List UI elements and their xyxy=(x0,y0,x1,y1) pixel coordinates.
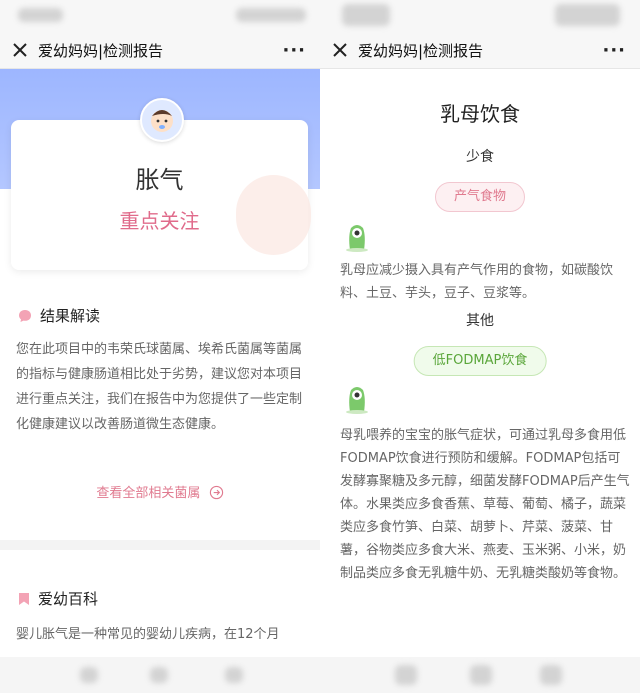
result-card xyxy=(11,120,311,270)
bacteria-mascot-icon xyxy=(346,225,368,252)
section-divider xyxy=(0,540,320,550)
section1-text: 乳母应减少摄入具有产气作用的食物，如碳酸饮料、土豆、芋头，豆子、豆浆等。 xyxy=(340,263,614,301)
chat-bubble-icon xyxy=(19,309,31,322)
bottom-toolbar xyxy=(0,657,640,693)
left-screen: 爱幼妈妈|检测报告 ··· 胀气 重点关注 结果解读 您在此项目中的韦荣氏球菌属… xyxy=(0,0,320,693)
baby-avatar-icon xyxy=(140,98,184,142)
encyclopedia-heading-text: 爱幼百科 xyxy=(38,590,99,608)
section-label-less: 少食 xyxy=(466,149,494,165)
more-icon[interactable]: ··· xyxy=(602,40,626,61)
nav-title: 爱幼妈妈|检测报告 xyxy=(358,41,484,60)
result-text: 您在此项目中的韦荣氏球菌属、埃希氏菌属等菌属的指标与健康肠道相比处于劣势，建议您… xyxy=(16,342,303,432)
nav-bar: 爱幼妈妈|检测报告 ··· xyxy=(0,32,320,69)
right-screen: 爱幼妈妈|检测报告 ··· 乳母饮食 少食 产气食物 乳母应减少摄入具有产气作用… xyxy=(320,0,640,693)
close-icon[interactable] xyxy=(332,42,348,58)
nav-title: 爱幼妈妈|检测报告 xyxy=(38,41,164,60)
encyclopedia-text: 婴儿胀气是一种常见的婴幼儿疾病，在12个月 xyxy=(16,627,280,642)
status-badge: 重点关注 xyxy=(119,209,200,233)
tag-low-fodmap: 低FODMAP饮食 xyxy=(413,346,547,376)
arrow-circle-icon[interactable] xyxy=(209,485,224,500)
tag-gas-foods: 产气食物 xyxy=(434,182,526,212)
bookmark-icon xyxy=(19,592,29,605)
diet-title: 乳母饮食 xyxy=(440,102,520,126)
view-all-link-text[interactable]: 查看全部相关菌属 xyxy=(96,486,200,501)
more-icon[interactable]: ··· xyxy=(282,40,306,61)
close-icon[interactable] xyxy=(12,42,28,58)
card-title: 胀气 xyxy=(135,166,184,194)
section-label-other: 其他 xyxy=(466,313,494,329)
result-heading: 结果解读 xyxy=(18,305,100,326)
encyclopedia-heading: 爱幼百科 xyxy=(18,588,98,609)
bacteria-mascot-icon xyxy=(346,387,368,414)
status-bar xyxy=(320,0,640,32)
section2-text: 母乳喂养的宝宝的胀气症状，可通过乳母多食用低FODMAP饮食进行预防和缓解。FO… xyxy=(340,428,630,581)
nav-bar: 爱幼妈妈|检测报告 ··· xyxy=(320,32,640,69)
status-bar xyxy=(0,0,320,32)
result-heading-text: 结果解读 xyxy=(40,307,101,325)
view-all-link[interactable]: 查看全部相关菌属 xyxy=(0,482,320,501)
